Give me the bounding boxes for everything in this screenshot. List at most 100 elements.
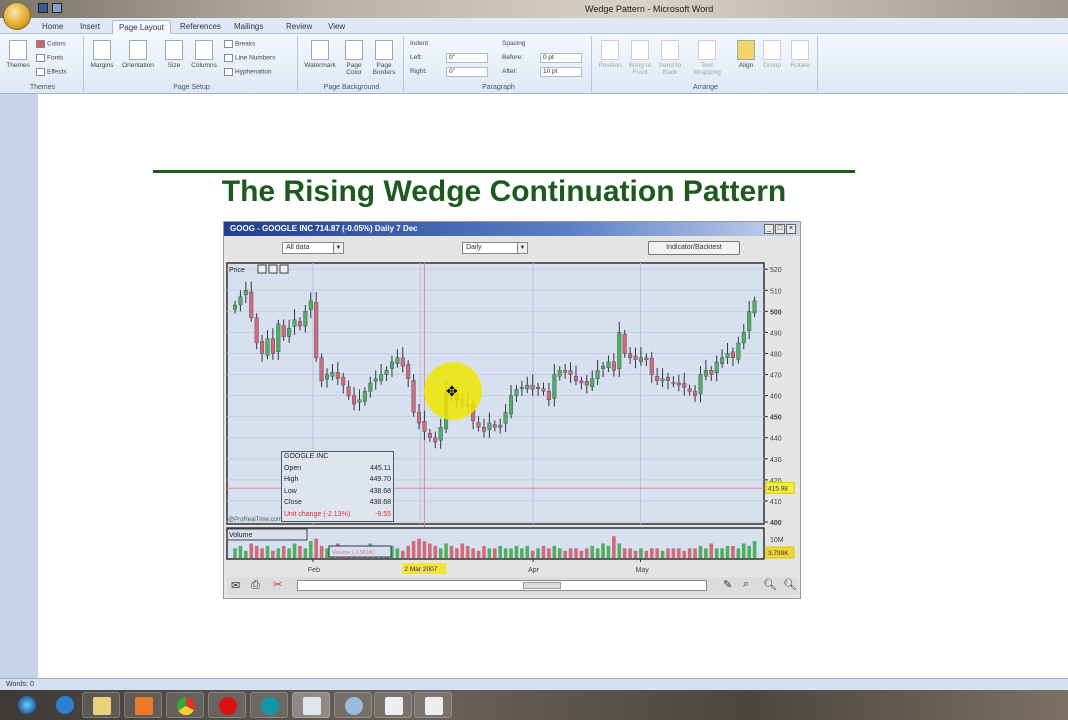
volume-bar	[281, 545, 286, 558]
indicator-backtest-button[interactable]: Indicator/Backtest	[648, 241, 740, 255]
candle-body	[232, 304, 237, 310]
indent-right-input[interactable]: 0"	[446, 67, 488, 77]
tab-page-layout[interactable]: Page Layout	[112, 20, 171, 34]
spacing-before-input[interactable]: 0 pt	[540, 53, 582, 63]
effects-button[interactable]: Effects	[36, 68, 67, 76]
volume-panel-label: Volume	[229, 532, 252, 539]
candle-body	[335, 372, 340, 379]
volume-bar	[303, 548, 308, 558]
volume-bar	[476, 550, 481, 558]
zoom-out-icon[interactable]: 🔍︎	[763, 578, 777, 591]
volume-bar	[731, 545, 735, 558]
save-icon[interactable]	[38, 3, 48, 13]
taskbar-recorder[interactable]	[414, 692, 452, 718]
position-button[interactable]: Position	[596, 40, 624, 69]
taskbar-opera[interactable]	[208, 692, 246, 718]
tab-insert[interactable]: Insert	[74, 20, 106, 34]
size-button[interactable]: Size	[160, 40, 188, 69]
ribbon: Themes Colors Fonts Effects Themes Margi…	[0, 34, 1068, 94]
candle-body	[509, 395, 514, 415]
print-icon[interactable]: ⎙	[251, 579, 260, 592]
candle-body	[682, 383, 687, 388]
tab-review[interactable]: Review	[280, 20, 318, 34]
candle-body	[552, 374, 557, 399]
candle-body	[709, 370, 714, 375]
close-icon[interactable]: ×	[786, 224, 796, 234]
volume-bar	[438, 548, 443, 558]
group-button[interactable]: Group	[758, 40, 786, 69]
taskbar-paint[interactable]	[334, 692, 372, 718]
bring-to-front-button[interactable]: Bring to Front	[626, 40, 654, 76]
candle-body	[379, 374, 384, 381]
themes-button[interactable]: Themes	[4, 40, 32, 69]
zoom-fit-icon[interactable]: ⌕	[743, 578, 749, 591]
minimize-icon[interactable]: _	[764, 224, 774, 234]
volume-tick-label: 10M	[770, 537, 784, 544]
candle-body	[665, 376, 670, 382]
draw-tool-icon[interactable]: ✎	[723, 578, 732, 591]
margins-button[interactable]: Margins	[88, 40, 116, 69]
maximize-icon[interactable]: □	[775, 224, 785, 234]
line-numbers-button[interactable]: Line Numbers	[224, 54, 275, 62]
breaks-button[interactable]: Breaks	[224, 40, 255, 48]
y-tick-label: 450	[770, 415, 782, 422]
taskbar-skype[interactable]	[250, 692, 288, 718]
volume-bar	[709, 543, 714, 558]
y-tick-label: 410	[770, 499, 782, 506]
orientation-button[interactable]: Orientation	[120, 40, 156, 69]
start-button[interactable]	[8, 692, 46, 718]
page-color-button[interactable]: Page Color	[340, 40, 368, 76]
horizontal-scrollbar[interactable]	[297, 580, 707, 591]
price-panel-label: Price	[229, 267, 245, 274]
volume-bar	[628, 548, 632, 558]
chart-image[interactable]: GOOG - GOOGLE INC 714.87 (-0.05%) Daily …	[223, 221, 801, 599]
scissors-icon[interactable]: ✂	[273, 578, 282, 591]
spacing-after-input[interactable]: 10 pt	[540, 67, 582, 77]
x-tick-label: Apr	[528, 567, 540, 574]
office-button[interactable]	[3, 2, 31, 30]
volume-bar	[622, 548, 627, 558]
taskbar-media-player[interactable]	[124, 692, 162, 718]
text-wrapping-button[interactable]: Text Wrapping	[690, 40, 724, 76]
volume-bar	[287, 548, 291, 558]
hyphenation-button[interactable]: Hyphenation	[224, 68, 272, 76]
candle-body	[325, 374, 330, 380]
taskbar-internet-explorer[interactable]	[46, 692, 84, 718]
tab-view[interactable]: View	[322, 20, 351, 34]
candle-body	[498, 424, 503, 428]
zoom-in-icon[interactable]: 🔍︎	[783, 578, 797, 591]
candlestick-chart[interactable]: 400410420430440450460470480490500510520P…	[224, 260, 800, 576]
chevron-down-icon: ▼	[517, 243, 527, 253]
taskbar-camtasia[interactable]	[374, 692, 412, 718]
tab-references[interactable]: References	[174, 20, 227, 34]
tab-home[interactable]: Home	[36, 20, 69, 34]
taskbar-chrome[interactable]	[166, 692, 204, 718]
volume-bar	[612, 536, 616, 558]
range-select[interactable]: All data ▼	[282, 242, 344, 254]
fonts-button[interactable]: Fonts	[36, 54, 63, 62]
candle-body	[595, 370, 600, 379]
taskbar-word[interactable]	[292, 692, 330, 718]
scrollbar-thumb[interactable]	[523, 582, 561, 589]
watermark-button[interactable]: Watermark	[304, 40, 336, 69]
rotate-button[interactable]: Rotate	[786, 40, 814, 69]
volume-bar	[308, 541, 313, 558]
candle-body	[730, 351, 735, 358]
taskbar-file-explorer[interactable]	[82, 692, 120, 718]
align-button[interactable]: Align	[732, 40, 760, 69]
candle-body	[736, 342, 741, 360]
volume-bar	[492, 548, 497, 558]
candle-body	[319, 357, 324, 382]
mail-icon[interactable]: ✉	[231, 579, 240, 592]
volume-bar	[704, 548, 708, 558]
volume-bar	[422, 541, 427, 558]
period-select[interactable]: Daily ▼	[462, 242, 528, 254]
colors-button[interactable]: Colors	[36, 40, 66, 48]
page-borders-button[interactable]: Page Borders	[370, 40, 398, 76]
indent-left-input[interactable]: 0"	[446, 53, 488, 63]
columns-button[interactable]: Columns	[190, 40, 218, 69]
tab-mailings[interactable]: Mailings	[228, 20, 269, 34]
send-to-back-button[interactable]: Send to Back	[656, 40, 684, 76]
undo-icon[interactable]	[52, 3, 62, 13]
volume-bar	[444, 543, 448, 558]
